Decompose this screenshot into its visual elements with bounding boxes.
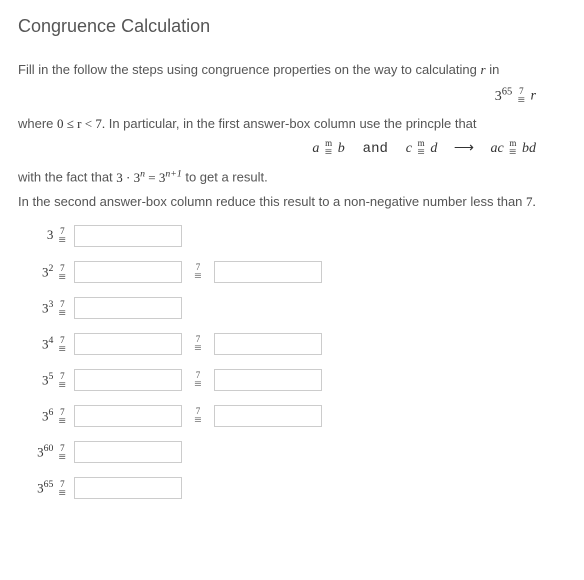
congruent-icon: m≡ <box>325 139 332 158</box>
congruent-icon: 7≡ <box>194 407 201 426</box>
answer-input-col1[interactable] <box>74 477 182 499</box>
answer-input-col2[interactable] <box>214 405 322 427</box>
answer-row: 32 7≡7≡ <box>18 259 566 285</box>
target-congruence: 365 7≡ r <box>18 85 566 106</box>
cond-pre: where <box>18 116 53 131</box>
answer-input-col2[interactable] <box>214 369 322 391</box>
d1-rhs: r <box>531 89 536 104</box>
answer-row: 365 7≡ <box>18 475 566 501</box>
page-title: Congruence Calculation <box>18 14 566 39</box>
answer-row: 33 7≡ <box>18 295 566 321</box>
congruent-icon: 7≡ <box>59 336 66 355</box>
row-mid: 7≡ <box>182 407 214 426</box>
arrow-icon: ⟶ <box>447 141 481 156</box>
answer-input-col1[interactable] <box>74 441 182 463</box>
line2-seven: 7. <box>526 194 536 209</box>
cond-post: In particular, in the first answer-box c… <box>109 116 477 131</box>
p-a: a <box>312 141 319 156</box>
answer-row: 3 7≡ <box>18 223 566 249</box>
answer-input-col1[interactable] <box>74 297 182 319</box>
p-bd: bd <box>522 141 536 156</box>
answer-input-col1[interactable] <box>74 225 182 247</box>
intro-text: Fill in the follow the steps using congr… <box>18 61 566 79</box>
answer-input-col1[interactable] <box>74 369 182 391</box>
congruent-icon: 7≡ <box>59 372 66 391</box>
answer-input-col1[interactable] <box>74 333 182 355</box>
congruent-icon: 7≡ <box>59 480 66 499</box>
answer-row: 36 7≡7≡ <box>18 403 566 429</box>
congruent-icon: 7≡ <box>194 263 201 282</box>
answer-input-col1[interactable] <box>74 261 182 283</box>
p-ac: ac <box>490 141 503 156</box>
row-label: 360 7≡ <box>18 442 74 463</box>
fact-math: 3 · 3n = 3n+1 <box>116 170 181 185</box>
fact-text: with the fact that 3 · 3n = 3n+1 to get … <box>18 167 566 187</box>
answer-row: 34 7≡7≡ <box>18 331 566 357</box>
fact-post: to get a result. <box>185 170 267 185</box>
line2-main: In the second answer-box column reduce t… <box>18 194 522 209</box>
congruent-icon: 7≡ <box>194 335 201 354</box>
p-and: and <box>354 141 396 157</box>
line2-text: In the second answer-box column reduce t… <box>18 193 566 211</box>
p-b: b <box>338 141 345 156</box>
intro-var: r <box>481 62 486 77</box>
principle-display: a m≡ b and c m≡ d ⟶ ac m≡ bd <box>18 139 566 160</box>
row-label: 33 7≡ <box>18 298 74 319</box>
intro-tail: in <box>489 62 499 77</box>
congruent-icon: 7≡ <box>59 300 66 319</box>
answer-input-col1[interactable] <box>74 405 182 427</box>
row-label: 365 7≡ <box>18 478 74 499</box>
row-label: 36 7≡ <box>18 406 74 427</box>
answer-row: 35 7≡7≡ <box>18 367 566 393</box>
congruent-icon: 7≡ <box>59 264 66 283</box>
p-c: c <box>406 141 412 156</box>
congruent-icon: 7≡ <box>59 444 66 463</box>
answer-input-col2[interactable] <box>214 261 322 283</box>
congruent-icon: 7≡ <box>194 371 201 390</box>
d1-exp: 65 <box>502 86 513 97</box>
answer-rows: 3 7≡32 7≡7≡33 7≡34 7≡7≡35 7≡7≡36 7≡7≡360… <box>18 223 566 501</box>
congruent-icon: 7≡ <box>518 87 525 106</box>
congruent-icon: m≡ <box>509 139 516 158</box>
fact-pre: with the fact that <box>18 170 113 185</box>
answer-input-col2[interactable] <box>214 333 322 355</box>
congruent-icon: m≡ <box>418 139 425 158</box>
row-mid: 7≡ <box>182 263 214 282</box>
condition-text: where 0 ≤ r < 7. In particular, in the f… <box>18 115 566 133</box>
row-label: 35 7≡ <box>18 370 74 391</box>
row-mid: 7≡ <box>182 335 214 354</box>
congruent-icon: 7≡ <box>59 408 66 427</box>
p-d: d <box>430 141 437 156</box>
d1-base: 3 <box>495 89 502 104</box>
row-mid: 7≡ <box>182 371 214 390</box>
congruent-icon: 7≡ <box>59 227 66 246</box>
cond-math: 0 ≤ r < 7. <box>57 116 105 131</box>
answer-row: 360 7≡ <box>18 439 566 465</box>
intro-pre: Fill in the follow the steps using congr… <box>18 62 477 77</box>
row-label: 32 7≡ <box>18 262 74 283</box>
row-label: 3 7≡ <box>18 226 74 246</box>
row-label: 34 7≡ <box>18 334 74 355</box>
